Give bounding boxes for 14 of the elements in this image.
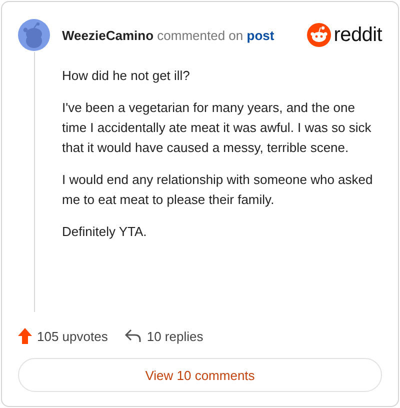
comment-paragraph: I would end any relationship with someone who asked me to eat meat to please their family. [62,171,374,209]
reply-count: 10 replies [146,328,204,344]
comment-paragraph: I've been a vegetarian for many years, and the one time I accidentally ate meat it was awful. I was so sick that it would have caused a messy, terrible scene. [62,99,372,157]
reddit-logo-icon [306,23,331,47]
brand-wordmark: reddit [334,24,382,46]
view-comments-button[interactable]: View 10 comments [18,358,382,392]
comment-paragraph: Definitely YTA. [62,223,148,241]
avatar-icon [18,19,50,51]
upvote-arrow-icon[interactable] [18,328,32,344]
upvote-count: 105 upvotes [37,328,108,344]
post-link[interactable]: post [246,28,274,42]
reply-arrow-icon[interactable] [124,329,142,343]
comment-byline: WeezieCamino commented on post [62,28,276,42]
comment-paragraph: How did he not get ill? [62,67,191,85]
